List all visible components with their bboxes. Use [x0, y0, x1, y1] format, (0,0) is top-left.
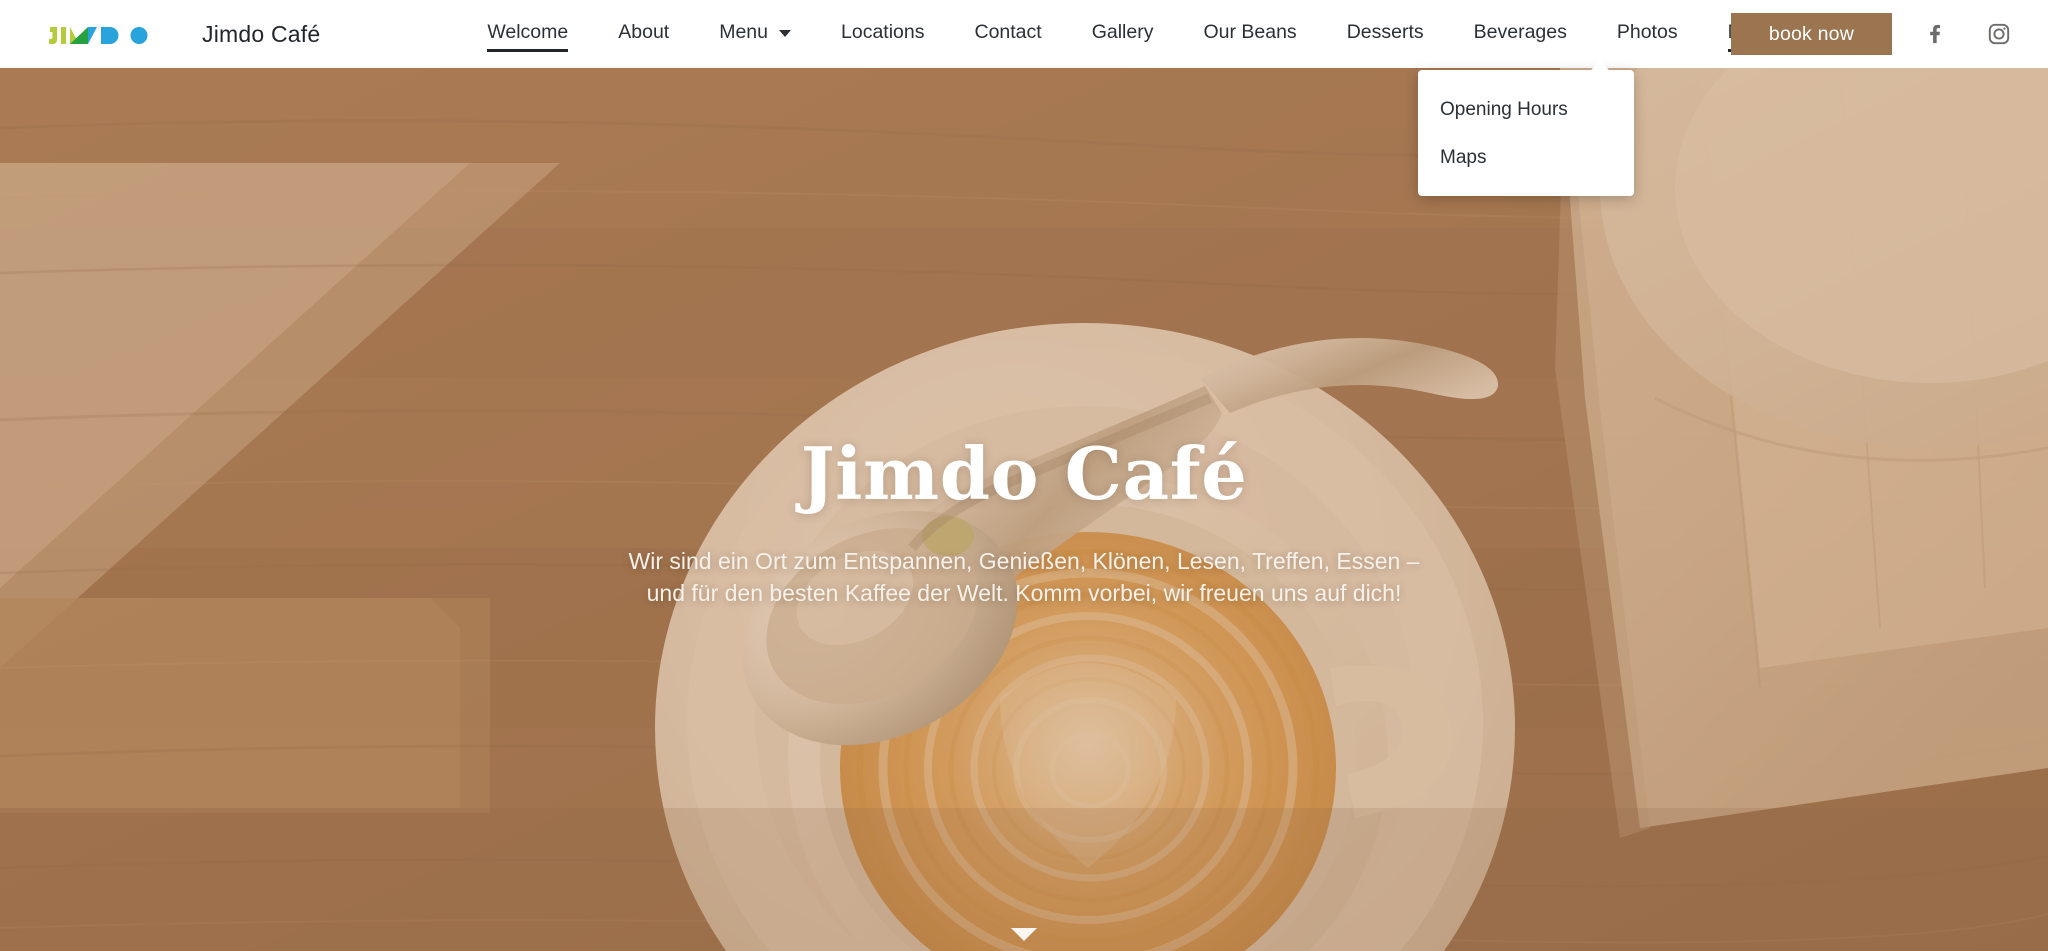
header-actions: book now — [1730, 0, 2048, 68]
chevron-down-icon — [779, 29, 791, 37]
instagram-icon[interactable] — [1978, 13, 2020, 55]
nav-item-beverages[interactable]: Beverages — [1449, 17, 1592, 52]
facebook-icon[interactable] — [1914, 13, 1956, 55]
dropdown-item-opening-hours[interactable]: Opening Hours — [1418, 86, 1634, 134]
nav-item-about[interactable]: About — [593, 17, 694, 52]
nav-item-locations[interactable]: Locations — [816, 17, 949, 52]
jimdo-logo[interactable] — [48, 19, 156, 49]
hero-content: Jimdo Café Wir sind ein Ort zum Entspann… — [0, 436, 2048, 610]
nav-label: Welcome — [487, 17, 568, 52]
nav-label: Locations — [841, 20, 925, 43]
nav-label: Desserts — [1346, 20, 1424, 43]
page-title: Jimdo Café — [800, 431, 1248, 516]
hero-section: Jimdo Café Wir sind ein Ort zum Entspann… — [0, 68, 2048, 951]
nav-item-contact[interactable]: Contact — [949, 17, 1066, 52]
nav-item-photos[interactable]: Photos — [1592, 17, 1703, 52]
nav-label: About — [618, 20, 670, 43]
main-navigation: Welcome About Menu Locations Contact Gal… — [462, 17, 1820, 52]
dropdown-item-maps[interactable]: Maps — [1418, 134, 1634, 182]
nav-label: Beverages — [1473, 20, 1567, 43]
more-dropdown-menu: Opening Hours Maps — [1418, 61, 1634, 196]
nav-item-gallery[interactable]: Gallery — [1067, 17, 1179, 52]
nav-item-our-beans[interactable]: Our Beans — [1178, 17, 1321, 52]
nav-label: Contact — [974, 20, 1042, 43]
nav-label: Menu — [719, 20, 768, 43]
nav-label: Our Beans — [1203, 20, 1297, 43]
brand-group: Jimdo Café — [0, 19, 320, 49]
hero-subtitle: Wir sind ein Ort zum Entspannen, Genieße… — [628, 547, 1420, 607]
nav-label: Photos — [1616, 20, 1678, 43]
nav-item-welcome[interactable]: Welcome — [462, 17, 593, 52]
nav-item-desserts[interactable]: Desserts — [1322, 17, 1449, 52]
book-now-button[interactable]: book now — [1730, 13, 1892, 55]
chevron-down-icon[interactable] — [1011, 928, 1037, 941]
site-header: Jimdo Café Welcome About Menu Locations … — [0, 0, 2048, 68]
brand-title[interactable]: Jimdo Café — [202, 21, 320, 48]
nav-label: Gallery — [1091, 20, 1154, 43]
nav-item-menu[interactable]: Menu — [694, 17, 816, 52]
